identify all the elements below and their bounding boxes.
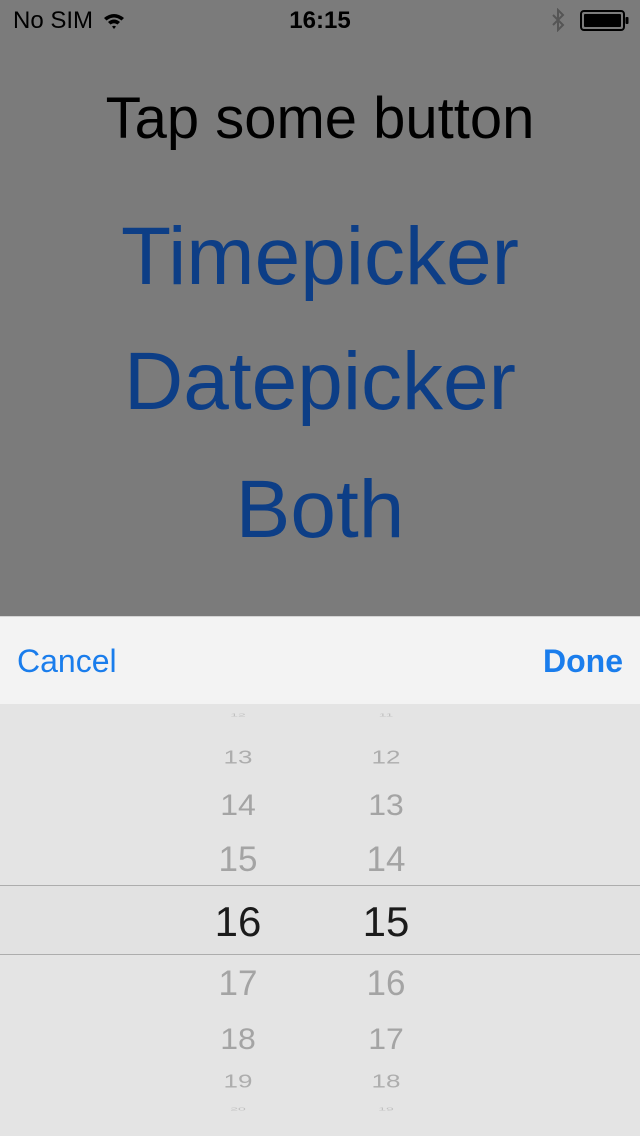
status-time: 16:15 [289,7,351,34]
hour-option-17[interactable]: 17 [178,964,298,1004]
cancel-button[interactable]: Cancel [17,641,117,681]
minute-option-15[interactable]: 15 [326,898,446,946]
minute-option-17[interactable]: 17 [326,1022,446,1057]
both-button[interactable]: Both [0,464,640,556]
selection-band [0,885,640,955]
hour-option-15[interactable]: 15 [178,840,298,880]
done-button[interactable]: Done [543,641,623,681]
timepicker-button[interactable]: Timepicker [0,211,640,303]
hour-option-16[interactable]: 16 [178,898,298,946]
minute-option-18[interactable]: 18 [326,1071,446,1092]
time-picker[interactable]: 12 13 14 15 16 17 18 19 20 11 12 13 14 15 16 17 18 19 [0,704,640,1136]
bluetooth-icon [552,8,565,32]
picker-toolbar: Cancel Done [0,616,640,705]
hour-wheel[interactable]: 12 13 14 15 16 17 18 19 20 [178,704,298,1136]
hour-option-19[interactable]: 19 [178,1071,298,1092]
status-bar: No SIM 16:15 [0,0,640,40]
minute-option-14[interactable]: 14 [326,840,446,880]
minute-wheel[interactable]: 11 12 13 14 15 16 17 18 19 [326,704,446,1136]
minute-option-13[interactable]: 13 [326,788,446,823]
picker-sheet: Cancel Done 12 13 14 15 16 17 18 19 20 11 12 13 14 1… [0,616,640,1136]
hour-option-12[interactable]: 12 [178,712,298,718]
minute-option-12[interactable]: 12 [326,747,446,768]
hour-option-14[interactable]: 14 [178,788,298,823]
minute-option-19[interactable]: 19 [326,1106,446,1112]
datepicker-button[interactable]: Datepicker [0,336,640,428]
hour-option-20[interactable]: 20 [178,1106,298,1112]
minute-option-11[interactable]: 11 [326,712,446,718]
hour-option-13[interactable]: 13 [178,747,298,768]
minute-option-16[interactable]: 16 [326,964,446,1004]
battery-icon [580,10,629,31]
hour-option-18[interactable]: 18 [178,1022,298,1057]
prompt-text: Tap some button [105,86,535,151]
